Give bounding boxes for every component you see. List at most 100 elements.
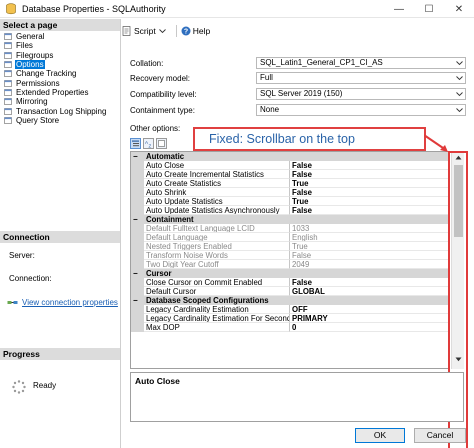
- window-title: Database Properties - SQLAuthority: [22, 3, 166, 14]
- page-item[interactable]: Extended Properties: [0, 88, 120, 97]
- recovery-model-select[interactable]: Full: [256, 72, 466, 84]
- containment-type-value: None: [260, 105, 280, 114]
- view-connection-properties[interactable]: View connection properties: [7, 298, 118, 307]
- property-description-title: Auto Close: [135, 376, 180, 386]
- page-icon: [4, 61, 12, 68]
- connection-properties-icon: [7, 301, 18, 304]
- select-page-header: Select a page: [0, 19, 120, 31]
- collapse-icon[interactable]: −: [133, 215, 138, 224]
- grid-category-row[interactable]: − Cursor: [131, 269, 449, 278]
- server-label: Server:: [9, 251, 35, 260]
- grid-property-row[interactable]: Transform Noise Words False: [131, 251, 449, 260]
- scroll-up-icon[interactable]: [455, 155, 462, 160]
- grid-category-row[interactable]: − Database Scoped Configurations: [131, 296, 449, 305]
- page-icon: [4, 79, 12, 87]
- grid-property-row[interactable]: Nested Triggers Enabled True: [131, 242, 449, 251]
- maximize-button[interactable]: ☐: [414, 0, 444, 18]
- collation-row: Collation: SQL_Latin1_General_CP1_CI_AS: [130, 57, 466, 69]
- grid-property-value[interactable]: False: [290, 188, 449, 197]
- grid-property-row[interactable]: Auto Create Incremental Statistics False: [131, 170, 449, 179]
- other-options-label: Other options:: [130, 124, 181, 133]
- grid-gutter: [131, 323, 144, 332]
- collapse-toggle[interactable]: −: [131, 269, 144, 278]
- grid-property-value[interactable]: True: [290, 197, 449, 206]
- page-item[interactable]: General: [0, 32, 120, 41]
- help-button[interactable]: ? Help: [181, 26, 210, 36]
- grid-property-value[interactable]: 0: [290, 323, 449, 332]
- page-item[interactable]: Permissions: [0, 78, 120, 88]
- collapse-icon[interactable]: −: [133, 152, 138, 161]
- page-item[interactable]: Options: [0, 60, 120, 70]
- minimize-button[interactable]: —: [384, 0, 414, 18]
- grid-property-value[interactable]: False: [290, 251, 449, 260]
- grid-gutter: [131, 314, 144, 323]
- grid-property-row[interactable]: Default Fulltext Language LCID 1033: [131, 224, 449, 233]
- grid-gutter: [131, 179, 144, 188]
- grid-category-row[interactable]: − Containment: [131, 215, 449, 224]
- collapse-icon[interactable]: −: [133, 269, 138, 278]
- help-label: Help: [192, 26, 211, 36]
- compatibility-level-select[interactable]: SQL Server 2019 (150): [256, 88, 466, 100]
- cancel-button[interactable]: Cancel: [414, 428, 466, 443]
- grid-property-row[interactable]: Default Language English: [131, 233, 449, 242]
- page-item[interactable]: Transaction Log Shipping: [0, 106, 120, 116]
- grid-property-value[interactable]: False: [290, 161, 449, 170]
- collapse-toggle[interactable]: −: [131, 215, 144, 224]
- scrollbar-thumb[interactable]: [454, 165, 463, 237]
- grid-property-row[interactable]: Auto Shrink False: [131, 188, 449, 197]
- compatibility-level-row: Compatibility level: SQL Server 2019 (15…: [130, 88, 466, 100]
- grid-property-row[interactable]: Auto Close False: [131, 161, 449, 170]
- grid-property-value[interactable]: False: [290, 206, 449, 215]
- grid-property-value[interactable]: GLOBAL: [290, 287, 449, 296]
- grid-property-value[interactable]: False: [290, 278, 449, 287]
- grid-gutter: [131, 287, 144, 296]
- alphabetical-sort-button[interactable]: AZ: [143, 138, 154, 149]
- page-item[interactable]: Mirroring: [0, 97, 120, 106]
- svg-text:Z: Z: [149, 144, 152, 149]
- page-item[interactable]: Filegroups: [0, 51, 120, 60]
- page-item[interactable]: Change Tracking: [0, 69, 120, 78]
- page-item-label: Query Store: [16, 115, 60, 125]
- categorized-sort-button[interactable]: [130, 138, 141, 149]
- property-pages-button[interactable]: [156, 138, 167, 149]
- scroll-down-icon[interactable]: [455, 357, 462, 362]
- view-connection-properties-link[interactable]: View connection properties: [22, 298, 118, 307]
- grid-property-row[interactable]: Two Digit Year Cutoff 2049: [131, 260, 449, 269]
- grid-property-value[interactable]: True: [290, 242, 449, 251]
- page-icon: [4, 70, 12, 78]
- grid-property-row[interactable]: Default Cursor GLOBAL: [131, 287, 449, 296]
- grid-property-row[interactable]: Auto Update Statistics Asynchronously Fal…: [131, 206, 449, 215]
- collapse-icon[interactable]: −: [133, 296, 138, 305]
- page-item-label: Extended Properties: [16, 87, 89, 97]
- script-button[interactable]: Script: [122, 26, 166, 36]
- collation-select[interactable]: SQL_Latin1_General_CP1_CI_AS: [256, 57, 466, 69]
- grid-category-row[interactable]: − Automatic: [131, 152, 449, 161]
- grid-property-row[interactable]: Legacy Cardinality Estimation For Second…: [131, 314, 449, 323]
- grid-property-row[interactable]: Auto Update Statistics True: [131, 197, 449, 206]
- grid-property-value[interactable]: 1033: [290, 224, 449, 233]
- grid-gutter: [131, 260, 144, 269]
- page-item[interactable]: Query Store: [0, 116, 120, 125]
- grid-property-row[interactable]: Close Cursor on Commit Enabled False: [131, 278, 449, 287]
- grid-property-row[interactable]: Legacy Cardinality Estimation OFF: [131, 305, 449, 314]
- grid-property-value[interactable]: English: [290, 233, 449, 242]
- ok-button[interactable]: OK: [355, 428, 405, 443]
- grid-property-name: Default Language: [144, 233, 290, 242]
- grid-property-value[interactable]: True: [290, 179, 449, 188]
- grid-property-value[interactable]: 2049: [290, 260, 449, 269]
- grid-property-value[interactable]: OFF: [290, 305, 449, 314]
- chevron-down-icon: [456, 108, 463, 113]
- page-item-label: General: [16, 32, 45, 42]
- grid-property-value[interactable]: PRIMARY: [290, 314, 449, 323]
- property-grid[interactable]: − Automatic Auto Close False Auto Create Inc…: [130, 151, 450, 369]
- page-item[interactable]: Files: [0, 41, 120, 50]
- collapse-toggle[interactable]: −: [131, 152, 144, 161]
- collapse-toggle[interactable]: −: [131, 296, 144, 305]
- grid-property-row[interactable]: Max DOP 0: [131, 323, 449, 332]
- grid-property-row[interactable]: Auto Create Statistics True: [131, 179, 449, 188]
- grid-property-value[interactable]: False: [290, 170, 449, 179]
- containment-type-select[interactable]: None: [256, 104, 466, 116]
- close-button[interactable]: ✕: [444, 0, 474, 18]
- property-grid-scrollbar[interactable]: [451, 151, 464, 369]
- chevron-down-icon: [456, 92, 463, 97]
